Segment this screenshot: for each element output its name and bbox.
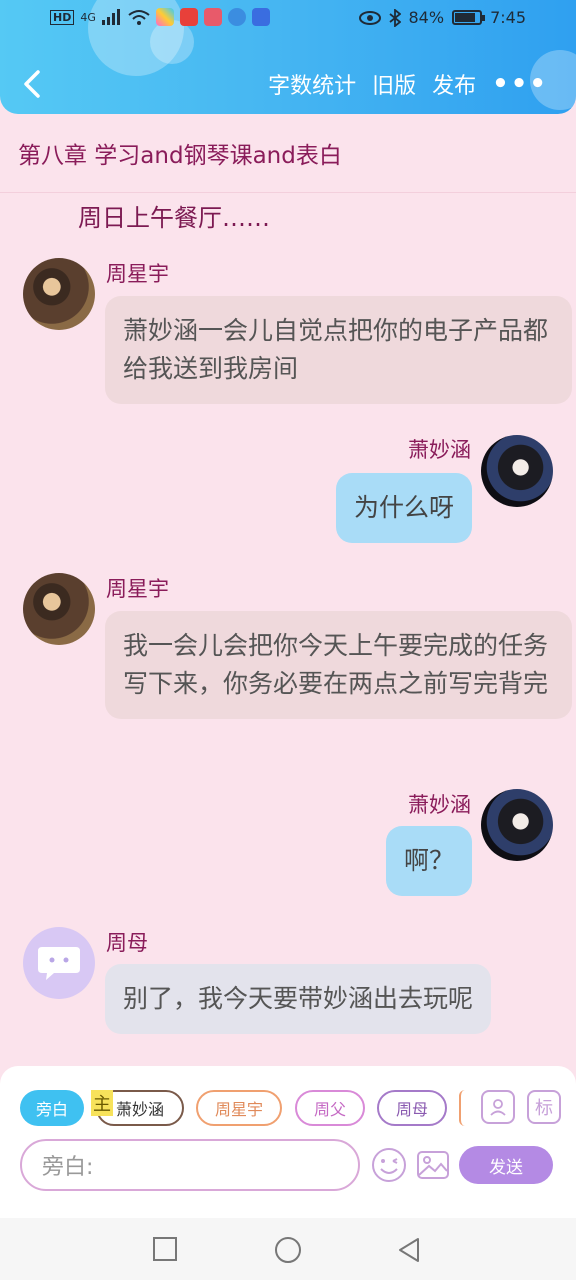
send-button[interactable]: 发送 [459,1146,553,1184]
speaker-name: 周母 [106,931,148,955]
avatar[interactable] [23,573,95,645]
weibo-icon [179,8,198,26]
speaker-name: 周星宇 [106,577,169,601]
avatar[interactable] [23,927,95,999]
battery-icon [452,10,486,25]
app-header: HD 4G 84% 7:45 字数统计 旧版 发布 ••• [0,0,576,114]
divider [0,192,576,193]
avatar[interactable] [23,258,95,330]
message-bubble[interactable]: 我一会儿会把你今天上午要完成的任务写下来，你务必要在两点之前写完背完 [105,611,572,719]
home-icon[interactable] [274,1236,302,1264]
message-bubble[interactable]: 为什么呀 [335,473,472,543]
message-bubble[interactable]: 别了，我今天要带妙涵出去玩呢 [105,964,492,1034]
bluetooth-icon [388,8,401,27]
app-notification-icon [203,8,222,26]
main-role-badge: 主 [91,1090,113,1116]
app-notification-icon [155,8,174,26]
publish-button[interactable]: 发布 [432,68,476,100]
message-input[interactable]: 旁白: [20,1139,360,1191]
message-bubble[interactable]: 萧妙涵一会儿自觉点把你的电子产品都给我送到我房间 [105,296,572,404]
word-count-button[interactable]: 字数统计 [268,68,356,100]
mark-button[interactable]: 标 [527,1090,561,1124]
wifi-icon [128,10,150,25]
image-icon[interactable] [415,1147,451,1183]
baidu-icon [251,8,270,26]
role-chip-father[interactable]: 周父 [295,1090,365,1126]
browser-icon [227,8,246,26]
old-version-button[interactable]: 旧版 [372,68,416,100]
more-icon[interactable]: ••• [492,69,548,99]
signal-icon [101,9,120,25]
top-nav: 字数统计 旧版 发布 ••• [0,60,576,108]
avatar[interactable] [481,789,553,861]
battery-percent: 84% [408,8,445,27]
back-icon[interactable] [18,64,48,104]
eye-icon [358,10,381,25]
avatar[interactable] [481,435,553,507]
back-nav-icon[interactable] [396,1236,422,1264]
speaker-name: 周星宇 [106,262,169,286]
role-chip-partial[interactable] [459,1090,465,1126]
network-label: 4G [80,10,96,24]
recent-apps-icon[interactable] [152,1236,178,1262]
chapter-title[interactable]: 第八章 学习and钢琴课and表白 [18,136,342,170]
system-nav-bar [0,1218,576,1280]
clock: 7:45 [490,8,526,27]
emoji-icon[interactable] [371,1147,407,1183]
message-bubble[interactable]: 啊？ [385,826,472,896]
role-chip-mother[interactable]: 周母 [377,1090,447,1126]
role-chip-narrator[interactable]: 旁白 [20,1090,84,1126]
speaker-name: 萧妙涵 [408,438,471,462]
status-bar: HD 4G 84% 7:45 [0,6,576,34]
hd-icon: HD [50,9,75,25]
add-role-icon[interactable] [481,1090,515,1124]
narration-text[interactable]: 周日上午餐厅…… [78,198,270,233]
role-chip-zhou[interactable]: 周星宇 [196,1090,282,1126]
speaker-name: 萧妙涵 [408,793,471,817]
chat-bubble-icon [38,947,80,980]
